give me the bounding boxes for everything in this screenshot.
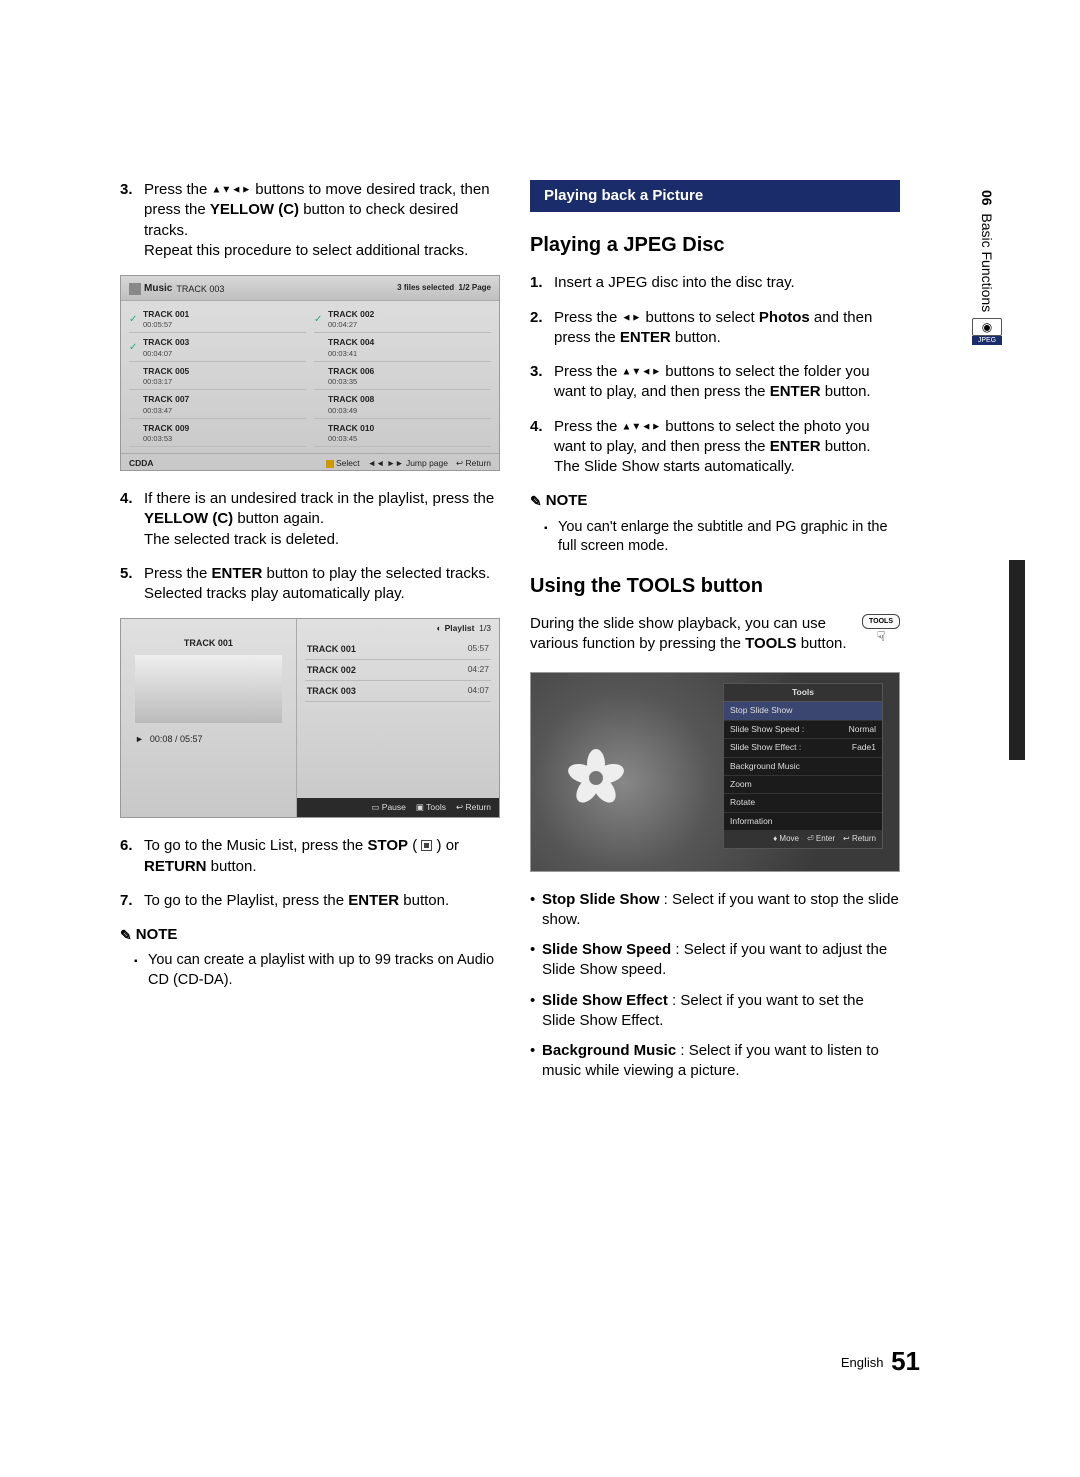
note-body: You can't enlarge the subtitle and PG gr… — [530, 518, 900, 557]
camera-icon: ◉ — [972, 318, 1002, 336]
stop-icon — [421, 840, 432, 851]
track-row: TRACK 00900:03:53 — [129, 421, 306, 448]
flower-image — [571, 753, 621, 803]
jpeg-step-2: 2.Press the ◄► buttons to select Photos … — [530, 308, 900, 349]
note-heading: NOTE — [120, 925, 500, 945]
note-heading: NOTE — [530, 491, 900, 511]
jpeg-step-1: 1.Insert a JPEG disc into the disc tray. — [530, 273, 900, 293]
track-row: TRACK 00800:03:49 — [314, 392, 491, 419]
jpeg-step-3: 3.Press the ▲▼◄► buttons to select the f… — [530, 362, 900, 403]
track-row: TRACK 00400:03:41 — [314, 335, 491, 362]
step-7: 7. To go to the Playlist, press the ENTE… — [120, 891, 500, 911]
track-row: TRACK 00600:03:35 — [314, 364, 491, 391]
left-column: 3. Press the ▲▼◄► buttons to move desire… — [120, 180, 500, 1092]
dpad-icon: ▲▼◄► — [622, 421, 662, 432]
dpad-icon: ▲▼◄► — [622, 366, 662, 377]
now-playing-title: TRACK 001 — [121, 619, 296, 655]
menu-item: Stop Slide Show — [724, 702, 882, 720]
section-heading: Playing back a Picture — [530, 180, 900, 212]
playlist-item: TRACK 00304:07 — [305, 681, 491, 702]
jpeg-label: JPEG — [972, 336, 1002, 345]
playback-screenshot: TRACK 001 ►00:08 / 05:57 ◐ Playlist 1/3 … — [120, 618, 500, 818]
feature-bullet: Slide Show Effect : Select if you want t… — [530, 991, 900, 1032]
breadcrumb: TRACK 003 — [176, 283, 224, 295]
track-row: ✓TRACK 00200:04:27 — [314, 307, 491, 334]
step-4: 4. If there is an undesired track in the… — [120, 489, 500, 550]
step-6: 6. To go to the Music List, press the ST… — [120, 836, 500, 877]
track-row: TRACK 00700:03:47 — [129, 392, 306, 419]
track-row: TRACK 00500:03:17 — [129, 364, 306, 391]
track-row: TRACK 01000:03:45 — [314, 421, 491, 448]
menu-item: Slide Show Effect :Fade1 — [724, 739, 882, 757]
menu-item: Rotate — [724, 794, 882, 812]
menu-item: Slide Show Speed :Normal — [724, 721, 882, 739]
feature-bullet: Slide Show Speed : Select if you want to… — [530, 940, 900, 981]
heading-tools: Using the TOOLS button — [530, 573, 900, 600]
album-art-placeholder — [135, 655, 282, 723]
music-list-screenshot: Music TRACK 003 3 files selected 1/2 Pag… — [120, 275, 500, 471]
chapter-label: 06 Basic Functions — [979, 190, 995, 312]
menu-title: Tools — [724, 684, 882, 702]
screen-title: Music — [144, 282, 172, 296]
tools-button-icon: TOOLS ☟ — [862, 614, 900, 658]
heading-jpeg-disc: Playing a JPEG Disc — [530, 232, 900, 259]
left-right-icon: ◄► — [622, 312, 642, 323]
playlist-item: TRACK 00105:57 — [305, 639, 491, 660]
source-label: CDDA — [129, 458, 154, 469]
hand-press-icon: ☟ — [862, 629, 900, 643]
menu-item: Information — [724, 813, 882, 831]
track-row: ✓TRACK 00100:05:57 — [129, 307, 306, 334]
page-thumb-tab — [1009, 560, 1025, 760]
feature-bullet: Background Music : Select if you want to… — [530, 1041, 900, 1082]
step-5: 5. Press the ENTER button to play the se… — [120, 564, 500, 605]
jpeg-step-4: 4.Press the ▲▼◄► buttons to select the p… — [530, 417, 900, 478]
chapter-sidebar: 06 Basic Functions ◉ JPEG — [964, 190, 1010, 351]
menu-item: Zoom — [724, 776, 882, 794]
right-column: Playing back a Picture Playing a JPEG Di… — [530, 180, 900, 1092]
dpad-icon: ▲▼◄► — [212, 184, 252, 195]
play-icon: ► — [135, 733, 144, 745]
tools-menu-screenshot: Tools Stop Slide ShowSlide Show Speed :N… — [530, 672, 900, 872]
step-3: 3. Press the ▲▼◄► buttons to move desire… — [120, 180, 500, 261]
note-body: You can create a playlist with up to 99 … — [120, 951, 500, 990]
time-display: 00:08 / 05:57 — [150, 733, 203, 745]
tools-paragraph: During the slide show playback, you can … — [530, 614, 900, 658]
jpeg-badge: ◉ JPEG — [972, 318, 1002, 345]
playlist-item: TRACK 00204:27 — [305, 660, 491, 681]
page-footer: English 51 — [841, 1346, 920, 1377]
music-note-icon — [129, 283, 141, 295]
feature-bullet: Stop Slide Show : Select if you want to … — [530, 890, 900, 931]
track-row: ✓TRACK 00300:04:07 — [129, 335, 306, 362]
tools-menu: Tools Stop Slide ShowSlide Show Speed :N… — [723, 683, 883, 850]
yellow-c-icon — [326, 460, 334, 468]
menu-item: Background Music — [724, 758, 882, 776]
playlist-icon: ◐ — [437, 623, 442, 634]
